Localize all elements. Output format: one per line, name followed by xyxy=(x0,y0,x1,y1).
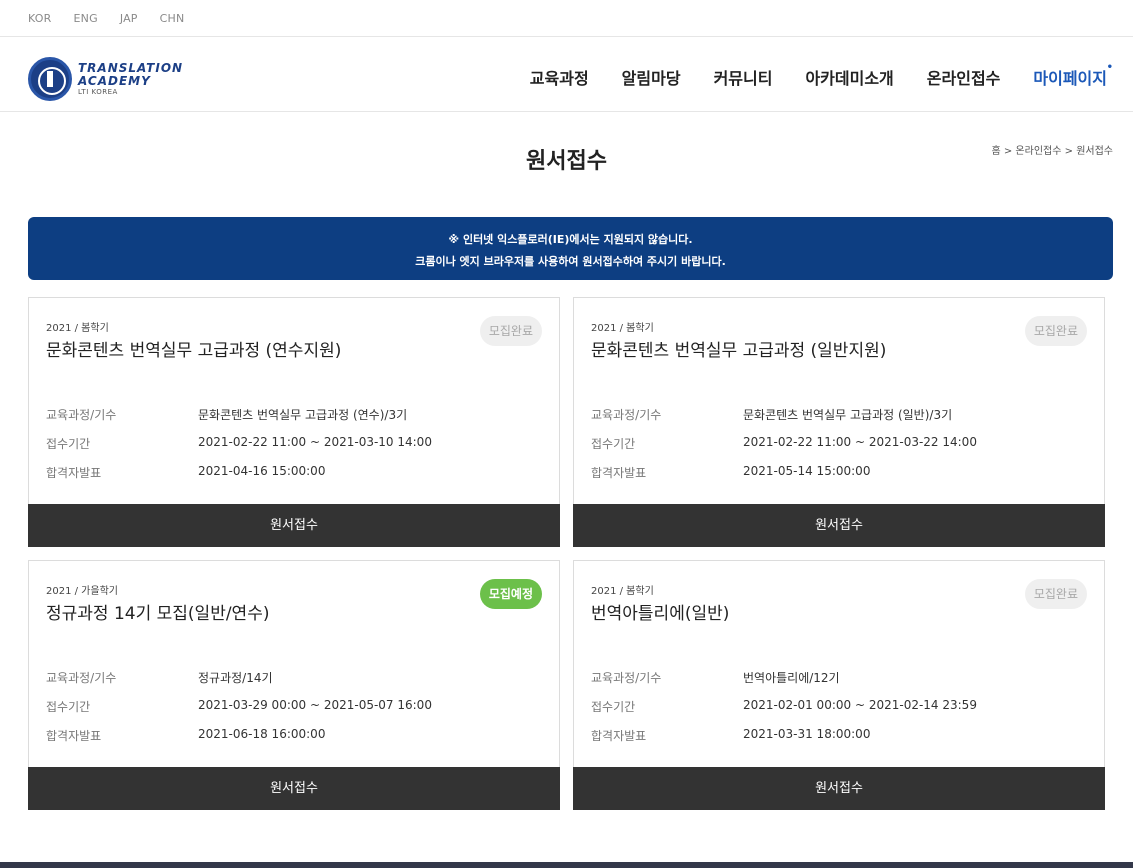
ie-notice-banner: ※ 인터넷 익스플로러(IE)에서는 지원되지 않습니다. 크롬이나 엣지 브라… xyxy=(28,217,1113,280)
status-badge: 모집완료 xyxy=(1024,579,1087,609)
card-title: 문화콘텐츠 번역실무 고급과정 (일반지원) xyxy=(591,341,887,361)
language-list: KOR ENG JAP CHN xyxy=(28,12,206,25)
label-course: 교육과정/기수 xyxy=(591,408,662,422)
breadcrumb-home[interactable]: 홈 xyxy=(991,146,1000,157)
course-card: 2021 / 봄학기 문화콘텐츠 번역실무 고급과정 (연수지원) 모집완료 교… xyxy=(28,297,560,547)
value-course: 문화콘텐츠 번역실무 고급과정 (연수)/3기 xyxy=(198,408,408,422)
course-card: 2021 / 봄학기 문화콘텐츠 번역실무 고급과정 (일반지원) 모집완료 교… xyxy=(573,297,1105,547)
nav-mypage-label: 마이페이지 xyxy=(1033,69,1107,88)
apply-button[interactable]: 원서접수 xyxy=(573,767,1105,810)
logo-line2: ACADEMY xyxy=(78,74,151,88)
card-details: 교육과정/기수 문화콘텐츠 번역실무 고급과정 (일반)/3기 접수기간 2021-… xyxy=(591,406,977,493)
detail-row-period: 접수기간 2021-03-29 00:00 ~ 2021-05-07 16:00 xyxy=(46,698,432,727)
nav-community[interactable]: 커뮤니티 xyxy=(714,65,773,89)
breadcrumb-online-apply[interactable]: 온라인접수 xyxy=(1015,146,1061,157)
card-details: 교육과정/기수 번역아틀리에/12기 접수기간 2021-02-01 00:00 ~… xyxy=(591,669,977,756)
notice-line-2: 크롬이나 엣지 브라우저를 사용하여 원서접수하여 주시기 바랍니다. xyxy=(415,255,726,268)
label-period: 접수기간 xyxy=(591,700,636,714)
apply-button[interactable]: 원서접수 xyxy=(28,504,560,547)
label-course: 교육과정/기수 xyxy=(46,671,117,685)
site-header: TRANSLATION ACADEMY LTI KOREA 교육과정 알림마당 … xyxy=(0,37,1133,112)
breadcrumb-current[interactable]: 원서접수 xyxy=(1076,146,1113,157)
card-details: 교육과정/기수 문화콘텐츠 번역실무 고급과정 (연수)/3기 접수기간 2021-… xyxy=(46,406,432,493)
detail-row-period: 접수기간 2021-02-01 00:00 ~ 2021-02-14 23:59 xyxy=(591,698,977,727)
value-period: 2021-02-01 00:00 ~ 2021-02-14 23:59 xyxy=(743,698,977,712)
value-announce: 2021-05-14 15:00:00 xyxy=(743,464,871,478)
detail-row-announce: 합격자발표 2021-04-16 15:00:00 xyxy=(46,464,432,493)
value-course: 정규과정/14기 xyxy=(198,671,273,685)
apply-button[interactable]: 원서접수 xyxy=(28,767,560,810)
logo-emblem-icon xyxy=(28,57,72,101)
label-announce: 합격자발표 xyxy=(46,729,102,743)
lang-chn[interactable]: CHN xyxy=(160,12,185,25)
detail-row-course: 교육과정/기수 정규과정/14기 xyxy=(46,669,432,698)
value-course: 번역아틀리에/12기 xyxy=(743,671,840,685)
course-card: 2021 / 가을학기 정규과정 14기 모집(일반/연수) 모집예정 교육과정… xyxy=(28,560,560,810)
value-course: 문화콘텐츠 번역실무 고급과정 (일반)/3기 xyxy=(743,408,953,422)
label-course: 교육과정/기수 xyxy=(591,671,662,685)
card-details: 교육과정/기수 정규과정/14기 접수기간 2021-03-29 00:00 ~ 2… xyxy=(46,669,432,756)
language-bar: KOR ENG JAP CHN xyxy=(0,0,1133,37)
label-announce: 합격자발표 xyxy=(591,729,647,743)
detail-row-course: 교육과정/기수 문화콘텐츠 번역실무 고급과정 (연수)/3기 xyxy=(46,406,432,435)
label-period: 접수기간 xyxy=(46,700,91,714)
logo-line3: LTI KOREA xyxy=(78,88,118,96)
status-badge: 모집예정 xyxy=(479,579,542,609)
label-announce: 합격자발표 xyxy=(46,466,102,480)
detail-row-course: 교육과정/기수 문화콘텐츠 번역실무 고급과정 (일반)/3기 xyxy=(591,406,977,435)
nav-mypage-dot-icon: • xyxy=(1106,62,1113,73)
footer-strip xyxy=(0,862,1133,868)
detail-row-period: 접수기간 2021-02-22 11:00 ~ 2021-03-22 14:00 xyxy=(591,435,977,464)
nav-about[interactable]: 아카데미소개 xyxy=(805,65,893,89)
status-badge: 모집완료 xyxy=(1024,316,1087,346)
value-announce: 2021-06-18 16:00:00 xyxy=(198,727,326,741)
card-term: 2021 / 봄학기 xyxy=(46,323,109,334)
value-period: 2021-02-22 11:00 ~ 2021-03-22 14:00 xyxy=(743,435,977,449)
lang-jap[interactable]: JAP xyxy=(120,12,138,25)
detail-row-course: 교육과정/기수 번역아틀리에/12기 xyxy=(591,669,977,698)
card-title: 번역아틀리에(일반) xyxy=(591,604,730,624)
label-period: 접수기간 xyxy=(591,437,636,451)
detail-row-period: 접수기간 2021-02-22 11:00 ~ 2021-03-10 14:00 xyxy=(46,435,432,464)
value-announce: 2021-04-16 15:00:00 xyxy=(198,464,326,478)
detail-row-announce: 합격자발표 2021-06-18 16:00:00 xyxy=(46,727,432,756)
site-logo[interactable]: TRANSLATION ACADEMY LTI KOREA xyxy=(28,57,183,101)
apply-button[interactable]: 원서접수 xyxy=(573,504,1105,547)
card-term: 2021 / 가을학기 xyxy=(46,586,118,597)
value-announce: 2021-03-31 18:00:00 xyxy=(743,727,871,741)
label-course: 교육과정/기수 xyxy=(46,408,117,422)
main-nav: 교육과정 알림마당 커뮤니티 아카데미소개 온라인접수 마이페이지 • xyxy=(497,62,1113,89)
lang-kor[interactable]: KOR xyxy=(28,12,52,25)
detail-row-announce: 합격자발표 2021-05-14 15:00:00 xyxy=(591,464,977,493)
value-period: 2021-02-22 11:00 ~ 2021-03-10 14:00 xyxy=(198,435,432,449)
nav-education[interactable]: 교육과정 xyxy=(530,65,589,89)
status-badge: 모집완료 xyxy=(479,316,542,346)
page-title: 원서접수 xyxy=(526,149,607,174)
nav-online-apply[interactable]: 온라인접수 xyxy=(927,65,1001,89)
notice-line-1: ※ 인터넷 익스플로러(IE)에서는 지원되지 않습니다. xyxy=(448,233,693,246)
nav-notice[interactable]: 알림마당 xyxy=(622,65,681,89)
value-period: 2021-03-29 00:00 ~ 2021-05-07 16:00 xyxy=(198,698,432,712)
breadcrumb-sep-2: > xyxy=(1064,146,1073,157)
nav-mypage[interactable]: 마이페이지 • xyxy=(1033,62,1113,89)
logo-text: TRANSLATION ACADEMY LTI KOREA xyxy=(78,62,183,96)
logo-line1: TRANSLATION xyxy=(78,61,184,75)
detail-row-announce: 합격자발표 2021-03-31 18:00:00 xyxy=(591,727,977,756)
breadcrumb: 홈 > 온라인접수 > 원서접수 xyxy=(991,142,1113,157)
lang-eng[interactable]: ENG xyxy=(74,12,98,25)
card-term: 2021 / 봄학기 xyxy=(591,586,654,597)
course-card: 2021 / 봄학기 번역아틀리에(일반) 모집완료 교육과정/기수 번역아틀리에… xyxy=(573,560,1105,810)
card-title: 정규과정 14기 모집(일반/연수) xyxy=(46,604,270,624)
card-term: 2021 / 봄학기 xyxy=(591,323,654,334)
label-announce: 합격자발표 xyxy=(591,466,647,480)
label-period: 접수기간 xyxy=(46,437,91,451)
breadcrumb-sep-1: > xyxy=(1003,146,1013,157)
card-title: 문화콘텐츠 번역실무 고급과정 (연수지원) xyxy=(46,341,342,361)
